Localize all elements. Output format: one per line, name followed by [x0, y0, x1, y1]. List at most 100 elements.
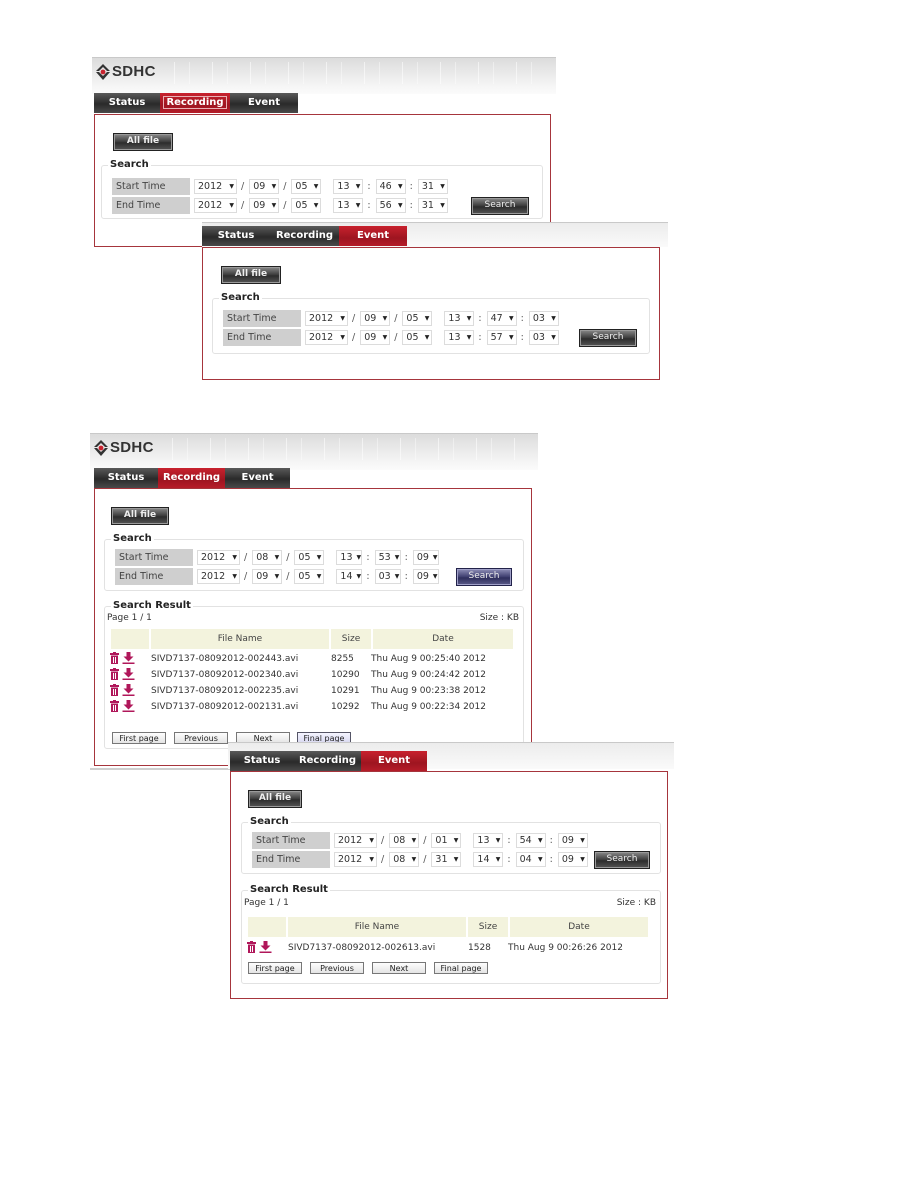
- tab-recording[interactable]: Recording: [294, 751, 361, 771]
- start-year-select[interactable]: 2012 ▼: [334, 833, 377, 848]
- end-month-select[interactable]: 09 ▼: [360, 330, 391, 345]
- all-file-button[interactable]: All file: [111, 507, 169, 525]
- start-second-select[interactable]: 09 ▼: [412, 550, 439, 565]
- tab-recording[interactable]: Recording: [158, 468, 225, 488]
- start-day-select[interactable]: 05 ▼: [294, 550, 325, 565]
- start-hour-select[interactable]: 13 ▼: [473, 833, 504, 848]
- tab-status[interactable]: Status: [230, 751, 294, 771]
- end-hour-select[interactable]: 13 ▼: [333, 198, 364, 213]
- file-name-cell[interactable]: SIVD7137-08092012-002235.avi: [151, 686, 331, 696]
- previous-button[interactable]: Previous: [174, 732, 228, 744]
- end-hour-select[interactable]: 14 ▼: [336, 569, 363, 584]
- start-minute-select[interactable]: 47 ▼: [486, 311, 517, 326]
- start-second-select[interactable]: 03 ▼: [528, 311, 559, 326]
- delete-icon[interactable]: [109, 667, 120, 683]
- end-minute-select[interactable]: 57 ▼: [486, 330, 517, 345]
- end-hour-select[interactable]: 14 ▼: [473, 852, 504, 867]
- end-month-select[interactable]: 09 ▼: [249, 198, 280, 213]
- download-icon[interactable]: [122, 667, 135, 683]
- final-page-button[interactable]: Final page: [434, 962, 488, 974]
- end-day-select[interactable]: 31 ▼: [431, 852, 462, 867]
- end-month-select[interactable]: 08 ▼: [389, 852, 420, 867]
- first-page-button[interactable]: First page: [112, 732, 166, 744]
- file-name-cell[interactable]: SIVD7137-08092012-002340.avi: [151, 670, 331, 680]
- tab-status[interactable]: Status: [94, 93, 160, 113]
- search-button[interactable]: Search: [456, 568, 512, 586]
- panel-recording-search: SDHC Status Recording Event All file Sea…: [92, 57, 556, 247]
- start-year-select[interactable]: 2012 ▼: [197, 550, 240, 565]
- end-second-select[interactable]: 03 ▼: [528, 330, 559, 345]
- end-day-select[interactable]: 05 ▼: [402, 330, 433, 345]
- start-time-label: Start Time: [115, 549, 193, 566]
- start-minute-select[interactable]: 53 ▼: [374, 550, 401, 565]
- end-year-select[interactable]: 2012 ▼: [305, 330, 348, 345]
- start-minute-select[interactable]: 54 ▼: [515, 833, 546, 848]
- end-day-select[interactable]: 05 ▼: [294, 569, 325, 584]
- end-day-select[interactable]: 05 ▼: [291, 198, 322, 213]
- tab-event[interactable]: Event: [225, 468, 290, 488]
- start-hour-select[interactable]: 13 ▼: [333, 179, 364, 194]
- tab-recording[interactable]: Recording: [270, 226, 339, 246]
- tab-event[interactable]: Event: [339, 226, 407, 246]
- start-month-select[interactable]: 09 ▼: [249, 179, 280, 194]
- end-minute-select[interactable]: 03 ▼: [374, 569, 401, 584]
- download-icon[interactable]: [122, 699, 135, 715]
- table-row: SIVD7137-08092012-002613.avi 1528 Thu Aug …: [246, 940, 658, 956]
- row-actions: [109, 667, 151, 683]
- download-icon[interactable]: [122, 683, 135, 699]
- start-month-select[interactable]: 09 ▼: [360, 311, 391, 326]
- start-time-label: Start Time: [252, 832, 330, 849]
- start-month-select[interactable]: 08 ▼: [389, 833, 420, 848]
- end-year-select[interactable]: 2012 ▼: [194, 198, 237, 213]
- start-second-select[interactable]: 31 ▼: [417, 179, 448, 194]
- delete-icon[interactable]: [109, 683, 120, 699]
- start-minute-select[interactable]: 46 ▼: [375, 179, 406, 194]
- all-file-button[interactable]: All file: [248, 790, 302, 808]
- search-button[interactable]: Search: [594, 851, 650, 869]
- all-file-button[interactable]: All file: [221, 266, 281, 284]
- end-second-select[interactable]: 09 ▼: [557, 852, 588, 867]
- file-name-cell[interactable]: SIVD7137-08092012-002443.avi: [151, 654, 331, 664]
- start-day-select[interactable]: 01 ▼: [431, 833, 462, 848]
- file-name-cell[interactable]: SIVD7137-08092012-002131.avi: [151, 702, 331, 712]
- start-hour-select[interactable]: 13 ▼: [444, 311, 475, 326]
- delete-icon[interactable]: [109, 699, 120, 715]
- previous-button[interactable]: Previous: [310, 962, 364, 974]
- tab-recording[interactable]: Recording: [160, 93, 230, 113]
- start-day-select[interactable]: 05 ▼: [291, 179, 322, 194]
- start-year-select[interactable]: 2012 ▼: [194, 179, 237, 194]
- start-second-select[interactable]: 09 ▼: [557, 833, 588, 848]
- search-legend: Search: [219, 292, 262, 303]
- next-button[interactable]: Next: [372, 962, 426, 974]
- end-year-select[interactable]: 2012 ▼: [334, 852, 377, 867]
- end-month-select[interactable]: 09 ▼: [252, 569, 283, 584]
- tab-event[interactable]: Event: [230, 93, 298, 113]
- download-icon[interactable]: [122, 651, 135, 667]
- start-hour-select[interactable]: 13 ▼: [336, 550, 363, 565]
- first-page-button[interactable]: First page: [248, 962, 302, 974]
- search-button[interactable]: Search: [579, 329, 637, 347]
- search-fieldset: Search Start Time 2012 ▼ / 08 ▼ / 05 ▼ 13 ▼ …: [104, 533, 524, 591]
- end-year-select[interactable]: 2012 ▼: [197, 569, 240, 584]
- tab-event[interactable]: Event: [361, 751, 427, 771]
- start-month-select[interactable]: 08 ▼: [252, 550, 283, 565]
- end-second-select[interactable]: 31 ▼: [417, 198, 448, 213]
- tab-status[interactable]: Status: [202, 226, 270, 246]
- start-day-select[interactable]: 05 ▼: [402, 311, 433, 326]
- file-name-cell[interactable]: SIVD7137-08092012-002613.avi: [288, 943, 468, 953]
- all-file-button[interactable]: All file: [113, 133, 173, 151]
- end-time-row: End Time 2012 ▼ / 08 ▼ / 31 ▼ 14 ▼ : 04 ▼ : 0…: [252, 851, 588, 868]
- start-year-select[interactable]: 2012 ▼: [305, 311, 348, 326]
- delete-icon[interactable]: [109, 651, 120, 667]
- logo-icon: [94, 439, 108, 456]
- search-button[interactable]: Search: [471, 197, 529, 215]
- delete-icon[interactable]: [246, 940, 257, 956]
- end-second-select[interactable]: 09 ▼: [412, 569, 439, 584]
- end-minute-select[interactable]: 04 ▼: [515, 852, 546, 867]
- results-table-header: File Name Size Date: [111, 629, 513, 649]
- end-hour-select[interactable]: 13 ▼: [444, 330, 475, 345]
- end-minute-select[interactable]: 56 ▼: [375, 198, 406, 213]
- col-size: Size: [331, 629, 373, 649]
- tab-status[interactable]: Status: [94, 468, 158, 488]
- download-icon[interactable]: [259, 940, 272, 956]
